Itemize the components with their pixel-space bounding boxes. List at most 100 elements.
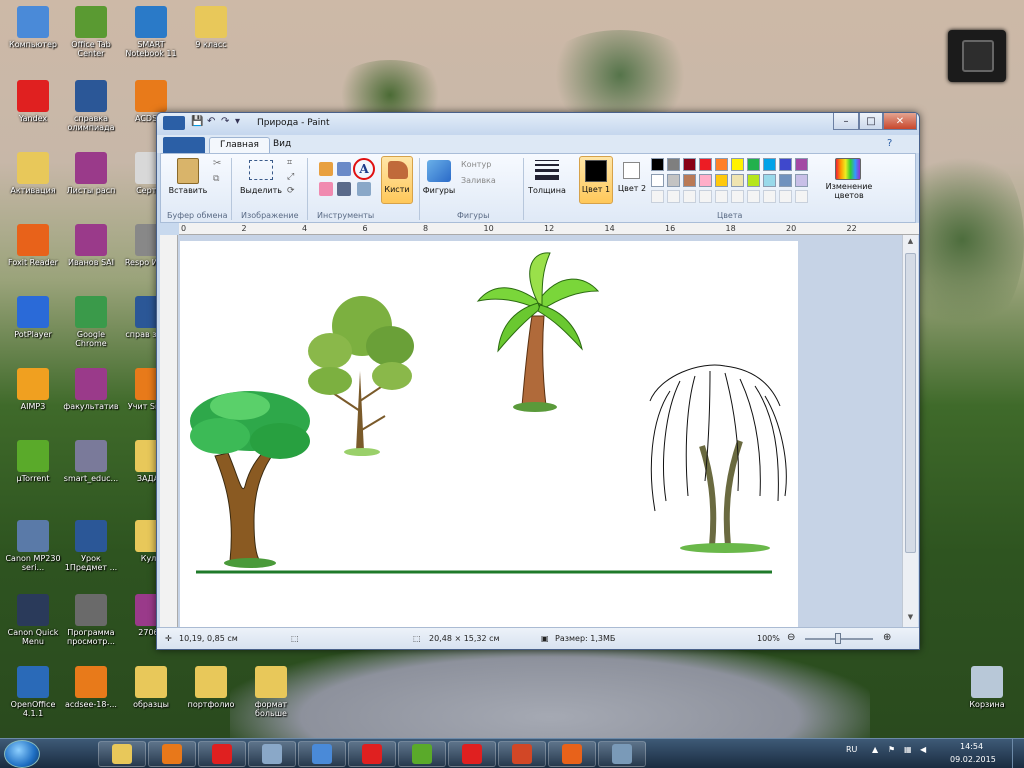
outline-button[interactable]: Контур: [461, 160, 511, 169]
paste-button[interactable]: Вставить: [167, 186, 209, 195]
desktop-icon[interactable]: Иванов SAI: [60, 224, 122, 267]
pencil-icon[interactable]: [319, 162, 333, 176]
palette-swatch-empty[interactable]: [715, 190, 728, 203]
edit-colors-button[interactable]: Изменение цветов: [817, 182, 881, 200]
desktop-icon[interactable]: Урок 1Предмет ...: [60, 520, 122, 572]
palette-swatch[interactable]: [683, 174, 696, 187]
desktop-icon[interactable]: acdsee-18-...: [60, 666, 122, 709]
palette-swatch[interactable]: [651, 174, 664, 187]
taskbar-app-button[interactable]: [498, 741, 546, 767]
palette-swatch[interactable]: [715, 158, 728, 171]
taskbar-app-button[interactable]: [398, 741, 446, 767]
tab-view[interactable]: Вид: [263, 137, 301, 153]
thickness-icon[interactable]: [535, 160, 559, 180]
edit-colors-icon[interactable]: [835, 158, 861, 180]
flag-icon[interactable]: ⚑: [888, 745, 895, 754]
close-button[interactable]: ✕: [883, 113, 917, 130]
palette-swatch-empty[interactable]: [651, 190, 664, 203]
desktop-icon[interactable]: SMART Notebook 11: [120, 6, 182, 58]
palette-swatch-empty[interactable]: [699, 190, 712, 203]
palette-swatch-empty[interactable]: [779, 190, 792, 203]
palette-swatch-empty[interactable]: [683, 190, 696, 203]
desktop-icon[interactable]: Компьютер: [2, 6, 64, 49]
desktop-icon[interactable]: Yandex: [2, 80, 64, 123]
show-desktop-button[interactable]: [1012, 739, 1024, 768]
desktop-icon[interactable]: справка олимпиада: [60, 80, 122, 132]
palette-swatch[interactable]: [747, 158, 760, 171]
desktop-icon[interactable]: Google Chrome: [60, 296, 122, 348]
desktop-icon[interactable]: OpenOffice 4.1.1: [2, 666, 64, 718]
palette-swatch[interactable]: [683, 158, 696, 171]
customize-qa-icon[interactable]: ▾: [235, 116, 240, 130]
paste-icon[interactable]: [177, 158, 199, 184]
zoom-out-button[interactable]: ⊖: [787, 632, 795, 643]
cut-icon[interactable]: ✂: [213, 158, 221, 169]
scroll-down-icon[interactable]: ▼: [905, 613, 916, 623]
volume-icon[interactable]: ◀: [920, 745, 926, 754]
taskbar-app-button[interactable]: [348, 741, 396, 767]
desktop-icon[interactable]: PotPlayer: [2, 296, 64, 339]
eraser-icon[interactable]: [319, 182, 333, 196]
palette-swatch[interactable]: [715, 174, 728, 187]
fill-button[interactable]: Заливка: [461, 176, 511, 185]
desktop-icon[interactable]: Листы расп: [60, 152, 122, 195]
network-icon[interactable]: ▦: [904, 745, 912, 754]
clock-time[interactable]: 14:54: [960, 742, 983, 751]
desktop-icon[interactable]: Корзина: [956, 666, 1018, 709]
palette-swatch-empty[interactable]: [747, 190, 760, 203]
desktop-icon[interactable]: smart_educ...: [60, 440, 122, 483]
palette-swatch[interactable]: [667, 158, 680, 171]
save-icon[interactable]: 💾: [191, 116, 203, 130]
palette-swatch-empty[interactable]: [763, 190, 776, 203]
palette-swatch-empty[interactable]: [731, 190, 744, 203]
language-indicator[interactable]: RU: [846, 745, 857, 754]
desktop-icon[interactable]: Активация: [2, 152, 64, 195]
desktop-icon[interactable]: µTorrent: [2, 440, 64, 483]
desktop-icon[interactable]: образцы: [120, 666, 182, 709]
palette-swatch[interactable]: [763, 174, 776, 187]
text-tool-icon[interactable]: A: [353, 158, 375, 180]
desktop-icon[interactable]: Программа просмотр...: [60, 594, 122, 646]
palette-swatch[interactable]: [747, 174, 760, 187]
palette-swatch[interactable]: [651, 158, 664, 171]
taskbar-app-button[interactable]: [448, 741, 496, 767]
desktop-icon[interactable]: AIMP3: [2, 368, 64, 411]
scroll-up-icon[interactable]: ▲: [905, 237, 916, 247]
desktop-icon[interactable]: Office Tab Center: [60, 6, 122, 58]
taskbar-app-button[interactable]: [148, 741, 196, 767]
desktop-icon[interactable]: факультатив: [60, 368, 122, 411]
paint-app-icon[interactable]: [163, 116, 185, 130]
minimize-button[interactable]: –: [833, 113, 859, 130]
palette-swatch[interactable]: [779, 158, 792, 171]
start-button[interactable]: [4, 740, 40, 768]
palette-swatch[interactable]: [731, 174, 744, 187]
drawing-canvas[interactable]: [180, 241, 798, 627]
clock-date[interactable]: 09.02.2015: [950, 755, 996, 764]
rotate-icon[interactable]: ⟳: [287, 186, 295, 196]
fill-bucket-icon[interactable]: [337, 162, 351, 176]
palette-swatch[interactable]: [763, 158, 776, 171]
shapes-icon[interactable]: [427, 160, 451, 182]
shapes-button[interactable]: Фигуры: [419, 186, 459, 195]
taskbar-app-button[interactable]: [248, 741, 296, 767]
palette-swatch[interactable]: [667, 174, 680, 187]
taskbar-app-button[interactable]: [98, 741, 146, 767]
palette-swatch-empty[interactable]: [667, 190, 680, 203]
resize-icon[interactable]: ⤢: [287, 172, 294, 182]
tray-arrow-icon[interactable]: ▲: [872, 745, 878, 754]
desktop-icon[interactable]: 9 класс: [180, 6, 242, 49]
taskbar-app-button[interactable]: [198, 741, 246, 767]
help-icon[interactable]: ?: [887, 138, 892, 149]
maximize-button[interactable]: □: [859, 113, 883, 130]
copy-icon[interactable]: ⧉: [213, 174, 219, 184]
color1-button[interactable]: Цвет 1: [579, 156, 613, 204]
select-button[interactable]: Выделить: [237, 186, 285, 195]
desktop-icon[interactable]: Foxit Reader: [2, 224, 64, 267]
redo-icon[interactable]: ↷: [221, 116, 229, 130]
brushes-button[interactable]: Кисти: [381, 156, 413, 204]
desktop-icon[interactable]: портфолио: [180, 666, 242, 709]
taskbar-app-button[interactable]: [298, 741, 346, 767]
scroll-thumb[interactable]: [905, 253, 916, 553]
zoom-slider[interactable]: [805, 633, 873, 644]
color2-button[interactable]: Цвет 2: [617, 156, 647, 204]
